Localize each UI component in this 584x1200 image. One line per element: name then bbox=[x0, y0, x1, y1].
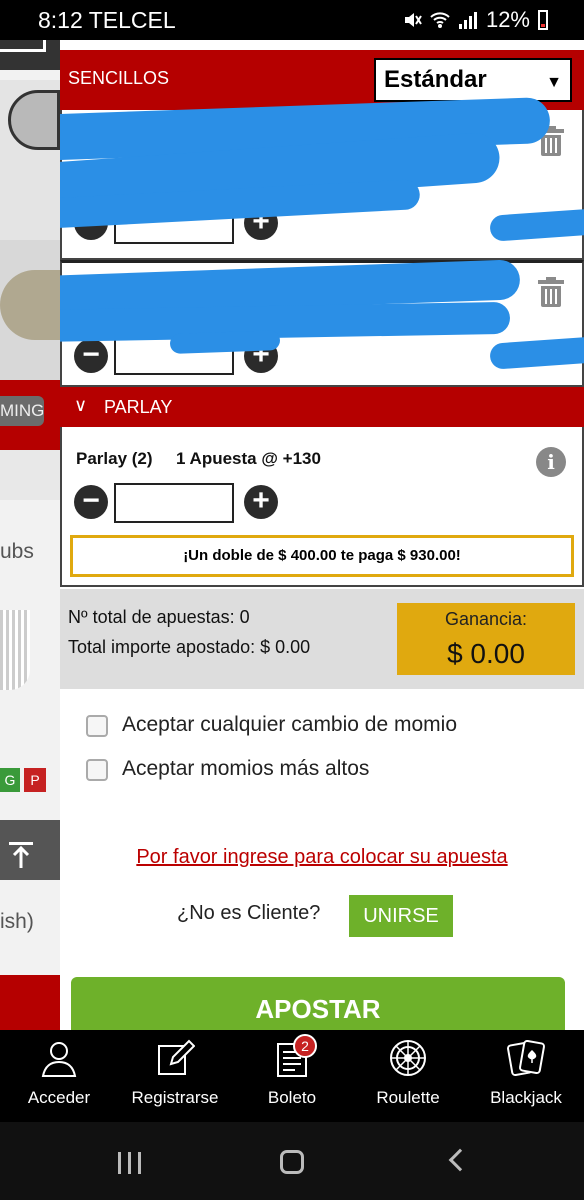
info-icon[interactable]: i bbox=[536, 447, 566, 477]
parlay-card: Parlay (2) 1 Apuesta @ +130 i − + ¡Un do… bbox=[60, 427, 584, 587]
ticket-count-badge: 2 bbox=[293, 1034, 317, 1058]
place-bet-button[interactable]: APOSTAR bbox=[71, 977, 565, 1030]
background-header bbox=[0, 40, 60, 70]
accept-higher-odds-label: Aceptar momios más altos bbox=[122, 757, 370, 780]
stake-input[interactable] bbox=[114, 483, 234, 523]
battery-icon bbox=[538, 10, 548, 30]
signal-icon bbox=[458, 12, 477, 29]
recent-apps-icon[interactable] bbox=[118, 1152, 142, 1174]
nav-registrarse[interactable]: Registrarse bbox=[120, 1030, 230, 1122]
avatar bbox=[8, 90, 60, 150]
background-text: ubs bbox=[0, 540, 34, 563]
chevron-down-icon: ∨ bbox=[74, 395, 88, 415]
trash-icon[interactable] bbox=[538, 277, 564, 307]
background-row bbox=[0, 450, 60, 500]
parlay-header[interactable]: ∨ PARLAY bbox=[60, 387, 584, 427]
bet-slip-panel: SENCILLOS Estándar ▼ − + − + bbox=[60, 40, 584, 1030]
battery-percent: 12% bbox=[485, 7, 530, 32]
nav-label: Roulette bbox=[376, 1088, 440, 1107]
nav-label: Blackjack bbox=[490, 1088, 562, 1107]
background-banner bbox=[0, 975, 60, 1030]
roulette-icon bbox=[390, 1040, 426, 1076]
increase-stake-button[interactable]: + bbox=[244, 485, 278, 519]
nav-label: Registrarse bbox=[131, 1088, 219, 1107]
gain-value: $ 0.00 bbox=[447, 638, 525, 669]
status-icons: 12% bbox=[402, 7, 548, 33]
home-icon[interactable] bbox=[280, 1150, 304, 1174]
background-page: MING ubs G P ish) bbox=[0, 40, 60, 1030]
bottom-nav: Acceder Registrarse Boleto Roulette Blac… bbox=[0, 1030, 584, 1122]
parlay-header-label: PARLAY bbox=[104, 397, 173, 417]
decrease-stake-button[interactable]: − bbox=[74, 485, 108, 519]
nav-roulette[interactable]: Roulette bbox=[358, 1030, 458, 1122]
system-nav-bar bbox=[0, 1122, 584, 1200]
gain-label: Ganancia: bbox=[444, 609, 528, 629]
login-link[interactable]: Por favor ingrese para colocar su apuest… bbox=[60, 846, 584, 869]
nav-blackjack[interactable]: Blackjack bbox=[474, 1030, 578, 1122]
parlay-odds: 1 Apuesta @ +130 bbox=[176, 449, 321, 468]
status-bar: 8:12 TELCEL 12% bbox=[0, 0, 584, 40]
singles-header-label: SENCILLOS bbox=[68, 68, 170, 88]
accept-any-change-checkbox[interactable] bbox=[86, 715, 108, 737]
parlay-title: Parlay (2) bbox=[76, 449, 153, 468]
bet-type-value: Estándar bbox=[384, 66, 487, 93]
parlay-promo: ¡Un doble de $ 400.00 te paga $ 930.00! bbox=[70, 535, 574, 577]
nav-boleto[interactable]: Boleto bbox=[242, 1030, 342, 1122]
decrease-stake-button[interactable]: − bbox=[74, 339, 108, 373]
background-text: ish) bbox=[0, 910, 34, 933]
user-icon bbox=[41, 1042, 77, 1077]
not-client-text: ¿No es Cliente? bbox=[177, 902, 321, 924]
jersey-image bbox=[0, 610, 30, 690]
nav-label: Boleto bbox=[267, 1088, 317, 1107]
gain-box: Ganancia: $ 0.00 bbox=[397, 603, 575, 675]
dropdown-arrow-icon: ▼ bbox=[546, 74, 562, 91]
redaction-scribble bbox=[169, 330, 281, 354]
mute-icon bbox=[404, 13, 422, 27]
back-icon[interactable] bbox=[448, 1148, 472, 1172]
badge-p: P bbox=[24, 768, 46, 792]
accept-any-change-label: Aceptar cualquier cambio de momio bbox=[122, 713, 457, 736]
status-time: 8:12 TELCEL bbox=[38, 7, 176, 33]
cards-icon bbox=[507, 1039, 545, 1077]
panel-top-strip bbox=[60, 40, 584, 50]
bet-summary: Nº total de apuestas: 0 Total importe ap… bbox=[60, 589, 584, 689]
accept-higher-odds-checkbox[interactable] bbox=[86, 759, 108, 781]
screen: 8:12 TELCEL 12% MING ubs G P ish) SENCIL… bbox=[0, 0, 584, 1200]
badge-g: G bbox=[0, 768, 20, 792]
total-amount: Total importe apostado: $ 0.00 bbox=[68, 637, 311, 657]
background-pill: MING bbox=[0, 396, 44, 426]
nav-label: Acceder bbox=[27, 1088, 91, 1107]
scroll-top-icon bbox=[9, 842, 33, 868]
menu-icon bbox=[0, 40, 46, 52]
edit-icon bbox=[158, 1039, 195, 1075]
wifi-icon bbox=[430, 12, 450, 28]
join-button[interactable]: UNIRSE bbox=[349, 895, 453, 937]
nav-acceder[interactable]: Acceder bbox=[10, 1030, 108, 1122]
bet-type-select[interactable]: Estándar ▼ bbox=[374, 58, 572, 102]
total-bets: Nº total de apuestas: 0 bbox=[68, 607, 250, 627]
